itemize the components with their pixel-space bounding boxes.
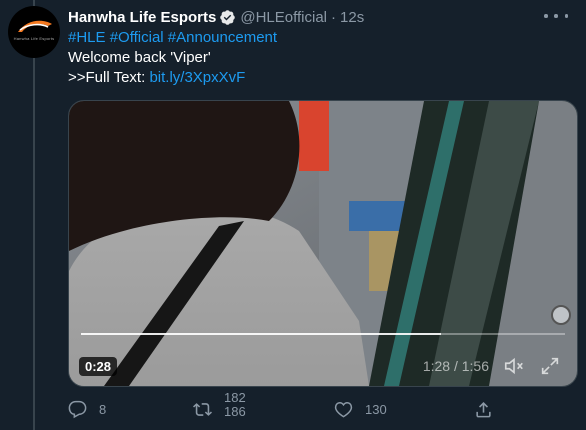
retweet-button[interactable]: 182 186 bbox=[193, 393, 246, 425]
video-progress-bar[interactable] bbox=[81, 333, 565, 335]
fulltext-prefix: >>Full Text: bbox=[68, 69, 150, 86]
thread-line bbox=[33, 0, 35, 430]
video-elapsed-time: 0:28 bbox=[79, 357, 118, 376]
tweet-timestamp[interactable]: 12s bbox=[340, 9, 364, 26]
more-dot-icon bbox=[564, 14, 568, 18]
retweet-icon bbox=[193, 402, 212, 416]
fullscreen-icon[interactable] bbox=[539, 355, 561, 377]
hle-logo-icon bbox=[18, 20, 52, 32]
video-progress-fill bbox=[81, 333, 442, 335]
tweet-body-line: Welcome back 'Viper' bbox=[68, 49, 211, 66]
author-handle[interactable]: @HLEofficial bbox=[240, 9, 327, 26]
hashtag-announcement[interactable]: #Announcement bbox=[168, 29, 277, 46]
reply-icon bbox=[68, 400, 87, 418]
reply-button[interactable]: 8 bbox=[68, 393, 106, 425]
tweet-text: #HLE #Official #Announcement Welcome bac… bbox=[68, 28, 568, 88]
hashtag-official[interactable]: #Official bbox=[110, 29, 164, 46]
retweet-count-ticker: 182 186 bbox=[224, 393, 246, 425]
avatar[interactable]: Hanwha Life Esports bbox=[8, 6, 60, 58]
video-frame-image bbox=[69, 101, 577, 386]
like-count: 130 bbox=[365, 401, 387, 417]
reply-count: 8 bbox=[99, 401, 107, 417]
share-button[interactable] bbox=[474, 393, 493, 425]
more-options-button[interactable] bbox=[544, 8, 568, 24]
video-player[interactable]: 0:28 1:28 / 1:56 bbox=[68, 100, 578, 387]
like-button[interactable]: 130 bbox=[334, 393, 387, 425]
share-icon bbox=[476, 401, 491, 417]
hashtag-hle[interactable]: #HLE bbox=[68, 29, 106, 46]
more-dot-icon bbox=[544, 14, 548, 18]
verified-badge-icon bbox=[220, 9, 236, 25]
mute-icon[interactable] bbox=[503, 355, 525, 377]
hashtag-line: #HLE #Official #Announcement bbox=[68, 28, 568, 48]
retweet-count: 186 bbox=[224, 404, 246, 419]
separator-dot: · bbox=[331, 8, 337, 26]
fulltext-link[interactable]: bit.ly/3XpxXvF bbox=[149, 69, 245, 86]
heart-icon bbox=[334, 401, 353, 418]
tweet-actions: 8 182 186 130 bbox=[68, 393, 528, 425]
author-name[interactable]: Hanwha Life Esports bbox=[68, 9, 216, 26]
avatar-logo-text: Hanwha Life Esports bbox=[13, 36, 55, 41]
tweet-header: Hanwha Life Esports @HLEofficial · 12s bbox=[68, 7, 364, 27]
video-time-total: 1:28 / 1:56 bbox=[422, 358, 489, 374]
fulltext-line: >>Full Text: bit.ly/3XpxXvF bbox=[68, 68, 568, 88]
more-dot-icon bbox=[554, 14, 558, 18]
